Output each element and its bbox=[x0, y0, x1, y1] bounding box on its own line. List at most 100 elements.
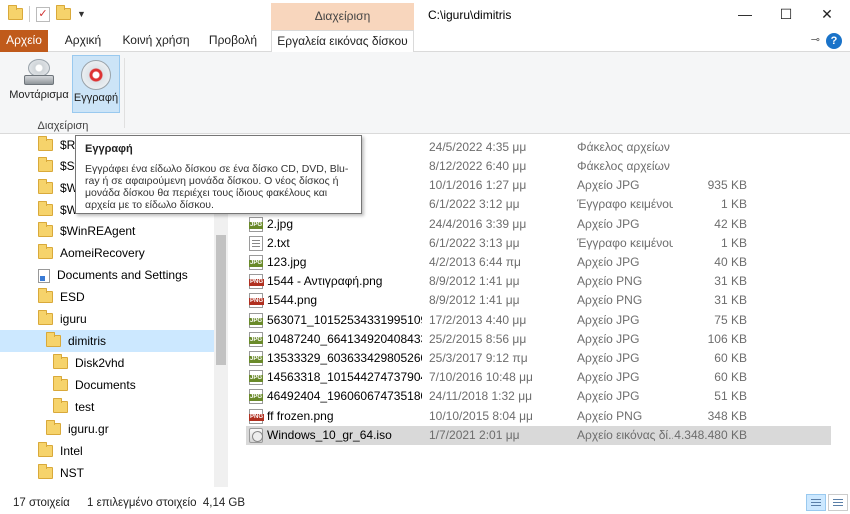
burn-disc-icon bbox=[81, 60, 111, 90]
nav-item[interactable]: iguru bbox=[38, 308, 87, 330]
tab-file[interactable]: Αρχείο bbox=[0, 30, 48, 52]
file-type: Αρχείο JPG bbox=[577, 217, 640, 231]
file-date: 6/1/2022 3:12 μμ bbox=[429, 197, 520, 211]
folder-icon bbox=[38, 200, 53, 216]
file-name: 2.txt bbox=[267, 236, 290, 250]
folder-icon bbox=[38, 243, 53, 259]
file-name: 563071_10152534331995109_2... bbox=[267, 313, 422, 327]
mount-label: Μοντάρισμα bbox=[9, 89, 69, 101]
file-size: 935 KB bbox=[707, 178, 747, 192]
text-file-icon bbox=[249, 236, 263, 251]
nav-item[interactable]: $W bbox=[38, 177, 78, 199]
file-type: Αρχείο PNG bbox=[577, 293, 643, 307]
group-separator bbox=[124, 58, 125, 128]
disc-drive-icon bbox=[24, 59, 54, 87]
details-view-button[interactable] bbox=[806, 494, 826, 511]
nav-item[interactable]: ESD bbox=[38, 286, 85, 308]
customize-toolbar-icon[interactable]: ▼ bbox=[77, 9, 86, 19]
nav-item-label: Intel bbox=[60, 444, 83, 458]
nav-item[interactable]: $WinREAgent bbox=[38, 220, 135, 242]
nav-item-selected[interactable]: dimitris bbox=[0, 330, 214, 352]
burn-button[interactable]: Εγγραφή bbox=[72, 55, 120, 113]
nav-item[interactable]: NST bbox=[38, 462, 84, 484]
file-row[interactable]: 123.jpg 4/2/2013 6:44 πμ Αρχείο JPG 40 KB bbox=[246, 253, 831, 272]
nav-item[interactable]: AomeiRecovery bbox=[38, 242, 145, 264]
nav-item[interactable]: Disk2vhd bbox=[53, 352, 124, 374]
jpg-file-icon bbox=[249, 370, 264, 385]
file-row[interactable]: 2.txt 6/1/2022 3:13 μμ Έγγραφο κειμένου 1 K… bbox=[246, 234, 831, 253]
properties-icon[interactable]: ✓ bbox=[36, 6, 50, 22]
close-button[interactable]: ✕ bbox=[804, 0, 850, 30]
large-icons-view-button[interactable] bbox=[828, 494, 848, 511]
nav-item[interactable]: Intel bbox=[38, 440, 83, 462]
file-size: 60 KB bbox=[714, 351, 747, 365]
scrollbar-thumb[interactable] bbox=[216, 235, 226, 365]
collapse-ribbon-icon[interactable]: ⊸ bbox=[811, 33, 820, 46]
tooltip-body: Εγγράφει ένα είδωλο δίσκου σε ένα δίσκο … bbox=[85, 163, 349, 211]
folder-icon bbox=[38, 287, 53, 303]
shortcut-folder-icon bbox=[38, 268, 50, 283]
file-size: 40 KB bbox=[714, 255, 747, 269]
folder-icon bbox=[53, 353, 68, 369]
nav-item-label: ESD bbox=[60, 290, 85, 304]
file-row[interactable]: ff frozen.png 10/10/2015 8:04 μμ Αρχείο PN… bbox=[246, 407, 831, 426]
tab-view[interactable]: Προβολή bbox=[202, 30, 264, 52]
file-type: Αρχείο PNG bbox=[577, 274, 643, 288]
file-row[interactable]: 14563318_1015442747379044... 7/10/2016 10… bbox=[246, 368, 831, 387]
nav-item[interactable]: Documents and Settings bbox=[38, 264, 188, 286]
maximize-button[interactable]: ☐ bbox=[763, 0, 809, 30]
ribbon-panel: Μοντάρισμα Εγγραφή Διαχείριση bbox=[0, 52, 850, 134]
ribbon-tab-row: Αρχείο Αρχική Κοινή χρήση Προβολή Εργαλε… bbox=[0, 30, 850, 52]
file-name: ff frozen.png bbox=[267, 409, 334, 423]
file-name: 1544 - Αντιγραφή.png bbox=[267, 274, 383, 288]
file-row[interactable]: 10487240_664134920408433_8... 25/2/2015 8… bbox=[246, 330, 831, 349]
nav-item[interactable]: $W bbox=[38, 199, 78, 221]
jpg-file-icon bbox=[249, 332, 264, 347]
file-row[interactable]: 46492404_1960606747351806_... 24/11/2018 … bbox=[246, 387, 831, 406]
help-icon[interactable]: ? bbox=[826, 33, 842, 49]
jpg-file-icon bbox=[249, 255, 264, 270]
file-row[interactable]: 13533329_603633429805260_3... 25/3/2017 9… bbox=[246, 349, 831, 368]
file-name: Windows_10_gr_64.iso bbox=[267, 428, 392, 442]
folder-icon bbox=[46, 419, 61, 435]
folder-icon bbox=[38, 309, 53, 325]
file-size: 106 KB bbox=[707, 332, 747, 346]
tab-home[interactable]: Αρχική bbox=[55, 30, 111, 52]
file-type: Αρχείο JPG bbox=[577, 178, 640, 192]
file-row[interactable]: 563071_10152534331995109_2... 17/2/2013 4… bbox=[246, 311, 831, 330]
png-file-icon bbox=[249, 293, 265, 308]
file-size: 348 KB bbox=[707, 409, 747, 423]
file-row[interactable]: 2.jpg 24/4/2016 3:39 μμ Αρχείο JPG 42 KB bbox=[246, 215, 831, 234]
file-type: Αρχείο JPG bbox=[577, 370, 640, 384]
file-size: 31 KB bbox=[714, 274, 747, 288]
mount-button[interactable]: Μοντάρισμα bbox=[6, 55, 72, 113]
minimize-button[interactable]: — bbox=[722, 0, 768, 30]
file-name: 1544.png bbox=[267, 293, 318, 307]
file-date: 8/12/2022 6:40 μμ bbox=[429, 159, 527, 173]
file-row[interactable]: 1544 - Αντιγραφή.png 8/9/2012 1:41 μμ Αρχε… bbox=[246, 272, 831, 291]
file-type: Φάκελος αρχείων bbox=[577, 140, 670, 154]
tab-share[interactable]: Κοινή χρήση bbox=[117, 30, 195, 52]
file-date: 6/1/2022 3:13 μμ bbox=[429, 236, 520, 250]
jpg-file-icon bbox=[249, 389, 264, 404]
tab-disk-image-tools[interactable]: Εργαλεία εικόνας δίσκου bbox=[271, 30, 414, 52]
file-date: 24/11/2018 1:32 μμ bbox=[429, 389, 533, 403]
file-size: 4.348.480 KB bbox=[674, 428, 747, 442]
nav-item[interactable]: test bbox=[53, 396, 94, 418]
folder-icon bbox=[53, 375, 68, 391]
file-type: Αρχείο εικόνας δί... bbox=[577, 428, 673, 442]
new-folder-icon[interactable] bbox=[56, 5, 71, 20]
nav-item[interactable]: Documents bbox=[53, 374, 136, 396]
file-size: 75 KB bbox=[714, 313, 747, 327]
jpg-file-icon bbox=[249, 351, 264, 366]
file-size: 51 KB bbox=[714, 389, 747, 403]
file-row[interactable]: 1544.png 8/9/2012 1:41 μμ Αρχείο PNG 31 KB bbox=[246, 291, 831, 310]
file-size: 42 KB bbox=[714, 217, 747, 231]
nav-item[interactable]: iguru.gr bbox=[46, 418, 109, 440]
title-bar: ✓ ▼ Διαχείριση C:\iguru\dimitris — ☐ ✕ bbox=[0, 0, 850, 30]
file-type: Αρχείο PNG bbox=[577, 409, 643, 423]
file-name: 10487240_664134920408433_8... bbox=[267, 332, 422, 346]
file-type: Έγγραφο κειμένου bbox=[577, 197, 673, 211]
file-name: 13533329_603633429805260_3... bbox=[267, 351, 422, 365]
file-row-selected[interactable]: Windows_10_gr_64.iso 1/7/2021 2:01 μμ Αρχε… bbox=[246, 426, 831, 445]
